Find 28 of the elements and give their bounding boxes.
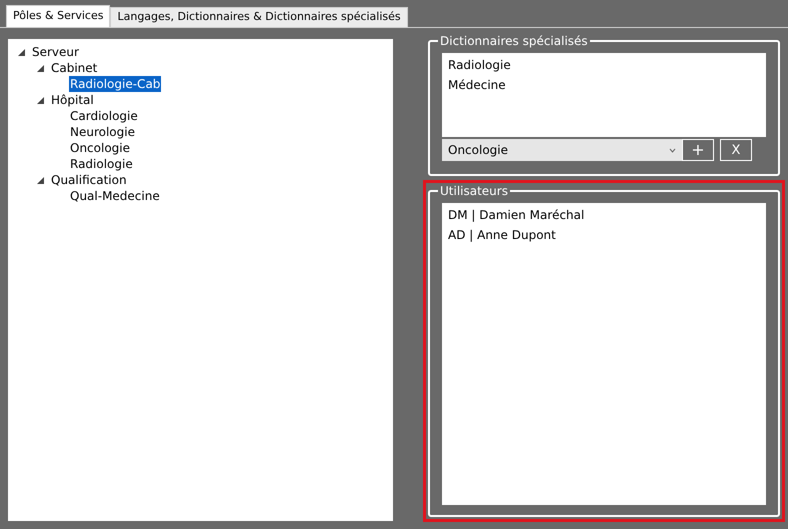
remove-button[interactable]: X bbox=[720, 139, 752, 161]
tree-item[interactable]: Cabinet bbox=[50, 60, 98, 76]
expanded-arrow-icon[interactable] bbox=[18, 48, 25, 56]
add-button[interactable]: + bbox=[682, 139, 714, 161]
expanded-arrow-icon[interactable] bbox=[37, 96, 44, 104]
tree-item[interactable]: Qualification bbox=[50, 172, 128, 188]
tree-item[interactable]: Oncologie bbox=[69, 140, 131, 156]
expanded-arrow-icon[interactable] bbox=[37, 176, 44, 184]
list-item[interactable]: Radiologie bbox=[448, 55, 766, 75]
tree-item[interactable]: Hôpital bbox=[50, 92, 95, 108]
tree-item[interactable]: Serveur bbox=[31, 44, 80, 60]
tab[interactable]: Langages, Dictionnaires & Dictionnaires spécialisés bbox=[110, 7, 408, 27]
dropdown[interactable]: Oncologie bbox=[442, 139, 682, 161]
list-item[interactable]: DM | Damien Maréchal bbox=[448, 205, 766, 225]
tree-item[interactable]: Cardiologie bbox=[69, 108, 139, 124]
users-list[interactable]: DM | Damien Maréchal AD | Anne Dupont bbox=[442, 203, 766, 505]
expanded-arrow-icon[interactable] bbox=[37, 64, 44, 72]
tree-item[interactable]: Radiologie bbox=[69, 156, 134, 172]
tab[interactable]: Pôles & Services bbox=[6, 5, 110, 27]
group-title: Utilisateurs bbox=[439, 183, 509, 199]
list-item[interactable]: Médecine bbox=[448, 75, 766, 95]
chevron-down-icon bbox=[669, 148, 676, 152]
group-title: Dictionnaires spécialisés bbox=[439, 33, 589, 49]
tree-item[interactable]: Neurologie bbox=[69, 124, 136, 140]
tree-item[interactable]: Qual-Medecine bbox=[69, 188, 161, 204]
tree-item[interactable]: Radiologie-Cab bbox=[69, 76, 162, 92]
list-item[interactable]: AD | Anne Dupont bbox=[448, 225, 766, 245]
dictionary-list[interactable]: Radiologie Médecine bbox=[442, 53, 766, 137]
